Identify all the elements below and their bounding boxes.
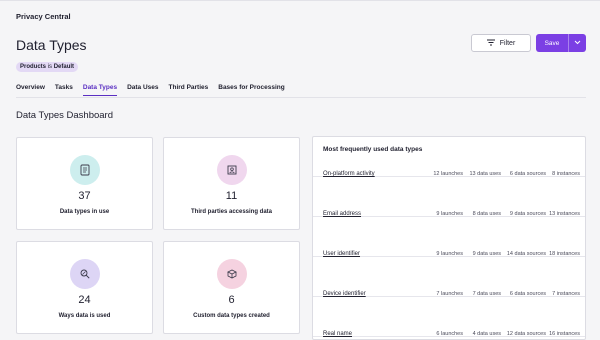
tab-data-types[interactable]: Data Types — [82, 84, 118, 96]
data-types-icon — [70, 155, 100, 185]
filter-button[interactable]: Filter — [471, 34, 531, 52]
breadcrumb[interactable]: Privacy Central — [16, 12, 71, 21]
stat-card-third-parties[interactable]: 11 Third parties accessing data — [163, 137, 300, 230]
filter-label: Filter — [499, 39, 516, 47]
chevron-down-icon[interactable] — [569, 40, 586, 47]
filter-icon — [486, 39, 495, 48]
table-row: User identifier 9 launches 9 data uses 1… — [313, 217, 585, 257]
instances-count: 16 instances — [549, 331, 580, 337]
tabs-divider — [16, 97, 586, 98]
stat-value: 37 — [78, 190, 91, 202]
frequent-data-types-panel: Most frequently used data types On-platf… — [312, 136, 586, 340]
stat-label: Data types in use — [59, 209, 110, 215]
table-row: Email address 9 launches 8 data uses 9 d… — [313, 177, 585, 217]
table-row: Real name 6 launches 4 data uses 12 data… — [313, 297, 585, 337]
data-uses-count: 4 data uses — [472, 331, 501, 337]
stat-value: 24 — [78, 294, 91, 306]
products-filter-badge[interactable]: Products is Default — [16, 62, 79, 72]
launches-count: 6 launches — [436, 331, 463, 337]
data-type-link[interactable]: Real name — [323, 331, 352, 337]
tab-bar: Overview Tasks Data Types Data Uses Thir… — [16, 84, 285, 96]
data-sources-count: 12 data sources — [506, 331, 546, 337]
tab-tasks[interactable]: Tasks — [55, 84, 73, 96]
stat-label: Ways data is used — [58, 313, 111, 319]
data-use-icon — [70, 259, 100, 289]
stat-card-data-uses[interactable]: 24 Ways data is used — [16, 241, 153, 334]
top-divider — [0, 0, 600, 1]
tab-overview[interactable]: Overview — [16, 84, 45, 96]
stat-value: 11 — [225, 190, 238, 202]
stat-value: 6 — [228, 294, 235, 306]
table-row: Device identifier 7 launches 7 data uses… — [313, 257, 585, 297]
page-title: Data Types — [16, 37, 87, 53]
table-row: On-platform activity 12 launches 13 data… — [313, 137, 585, 177]
custom-type-icon — [217, 259, 247, 289]
section-title: Data Types Dashboard — [16, 110, 113, 121]
third-party-icon — [217, 155, 247, 185]
badge-value: Default — [53, 64, 75, 70]
save-button[interactable]: Save — [536, 34, 586, 52]
badge-key: Products — [20, 64, 47, 70]
stat-card-custom-types[interactable]: 6 Custom data types created — [163, 241, 300, 334]
save-label: Save — [544, 39, 560, 47]
badge-text: is — [46, 64, 54, 70]
tab-third-parties[interactable]: Third Parties — [169, 84, 209, 96]
stat-label: Custom data types created — [193, 313, 270, 319]
stat-label: Third parties accessing data — [190, 209, 273, 215]
stat-card-data-types[interactable]: 37 Data types in use — [16, 137, 153, 230]
tab-data-uses[interactable]: Data Uses — [127, 84, 158, 96]
tab-bases-for-processing[interactable]: Bases for Processing — [218, 84, 284, 96]
